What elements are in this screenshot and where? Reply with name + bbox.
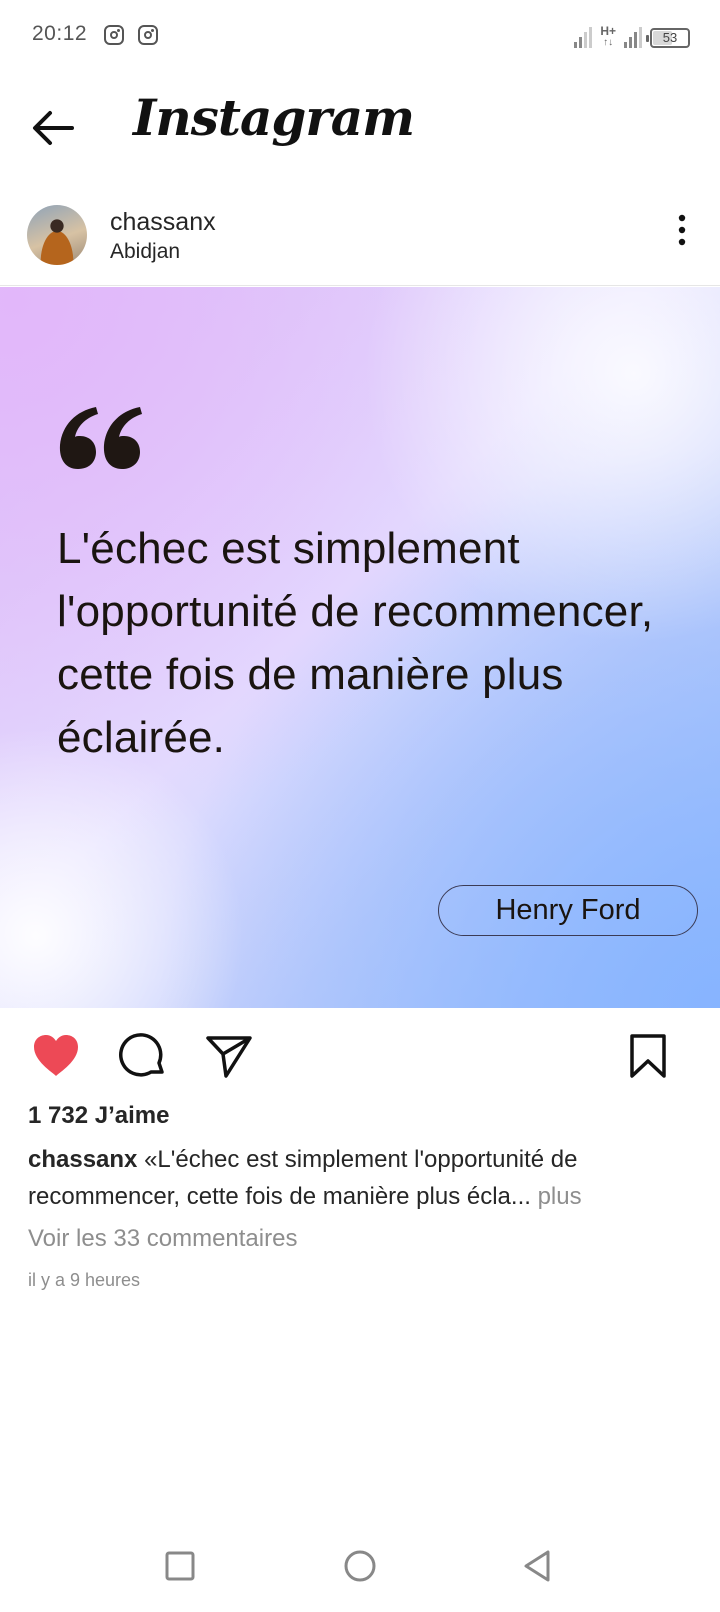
quote-mark-icon [59,407,142,469]
instagram-notification-icon [104,25,124,45]
save-button[interactable] [622,1030,674,1082]
more-options-button[interactable] [670,212,694,248]
post-username[interactable]: chassanx [110,208,216,237]
avatar[interactable] [27,205,87,265]
post-timestamp: il y a 9 heures [28,1270,141,1290]
signal-icon [624,26,642,48]
battery-level: 53 [662,30,678,45]
network-activity: ↑↓ [603,37,614,48]
post-location[interactable]: Abidjan [110,240,180,264]
post-image[interactable]: L'échec est simplement l'opportunité de … [0,287,720,1008]
home-button[interactable] [340,1546,380,1586]
recents-button[interactable] [160,1546,200,1586]
more-vertical-icon [678,214,686,246]
triangle-back-icon [524,1550,550,1582]
system-nav-bar [0,1520,720,1612]
post-caption: chassanx «L'échec est simplement l'oppor… [28,1141,698,1215]
square-icon [165,1551,195,1581]
like-button[interactable] [30,1030,82,1082]
quote-author: Henry Ford [438,885,698,936]
status-time: 20:12 [32,22,88,45]
app-header: Instagram [0,72,720,182]
comment-button[interactable] [117,1030,169,1082]
view-comments-link[interactable]: Voir les 33 commentaires [28,1225,297,1253]
bookmark-icon [630,1034,666,1078]
comment-icon [119,1033,164,1077]
system-back-button[interactable] [518,1546,558,1586]
caption-username[interactable]: chassanx [28,1146,137,1173]
instagram-notification-icon [138,25,158,45]
status-bar: 20:12 H+ ↑↓ 53 [0,0,720,72]
back-button[interactable] [28,102,80,154]
signal-icon [574,26,593,48]
send-icon [206,1036,252,1078]
arrow-left-icon [33,111,74,145]
caption-more-link[interactable]: plus [531,1183,582,1210]
battery-icon: 53 [646,28,690,48]
instagram-logo: Instagram [133,88,415,147]
post-header: chassanx Abidjan [0,196,720,286]
share-button[interactable] [204,1030,256,1082]
like-count[interactable]: 1 732 J’aime [28,1102,169,1130]
quote-text: L'échec est simplement l'opportunité de … [57,524,654,762]
network-type: H+ [600,24,616,38]
heart-filled-icon [34,1035,78,1076]
post-actions [0,1008,720,1104]
status-indicators: H+ ↑↓ 53 [574,24,690,48]
circle-icon [344,1550,376,1582]
